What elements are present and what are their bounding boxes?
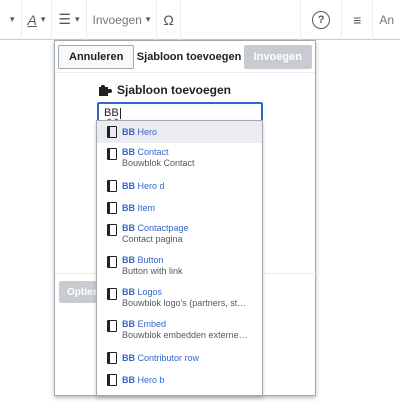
search-input-value: BB bbox=[104, 107, 119, 119]
book-icon bbox=[107, 180, 117, 192]
editor-toolbar: ▾ A ▾ ☰ ▾ Invoegen ▾ Ω ? ≡ An bbox=[0, 0, 400, 40]
suggestion-description: Bouwblok logo's (partners, stake… bbox=[122, 298, 250, 308]
suggestion-item[interactable]: BB Logos Bouwblok logo's (partners, stak… bbox=[97, 283, 262, 315]
insert-menu-label: Invoegen bbox=[92, 12, 142, 27]
chevron-down-icon: ▾ bbox=[74, 14, 80, 24]
book-icon bbox=[107, 352, 117, 364]
book-icon bbox=[107, 320, 117, 332]
text-style-menu[interactable]: ▾ bbox=[0, 0, 21, 40]
suggestion-item[interactable]: BB Item bbox=[97, 197, 262, 219]
help-icon: ? bbox=[312, 10, 331, 29]
help-button[interactable]: ? bbox=[301, 0, 341, 40]
suggestion-description: Contact pagina bbox=[122, 234, 183, 244]
book-icon bbox=[107, 256, 117, 268]
suggestion-item[interactable]: BB Contributor row bbox=[97, 347, 262, 369]
chevron-down-icon: ▾ bbox=[40, 14, 46, 24]
dialog-title: Sjabloon toevoegen bbox=[136, 50, 242, 63]
book-icon bbox=[107, 288, 117, 300]
suggestion-item[interactable]: BB Button Button with link bbox=[97, 251, 262, 283]
book-icon bbox=[107, 202, 117, 214]
special-character-button[interactable]: Ω bbox=[157, 0, 179, 40]
menu-icon: ≡ bbox=[353, 11, 362, 28]
suggestion-item[interactable]: BB Hero b bbox=[97, 369, 262, 391]
book-icon bbox=[107, 374, 117, 386]
dialog-header: Annuleren Sjabloon toevoegen Invoegen bbox=[55, 41, 315, 73]
section-title: Sjabloon toevoegen bbox=[99, 83, 231, 97]
suggestion-description: Button with link bbox=[122, 266, 183, 276]
bulleted-list-icon: ☰ bbox=[58, 11, 71, 27]
insert-menu[interactable]: Invoegen ▾ bbox=[87, 0, 157, 40]
text-caret bbox=[119, 107, 121, 119]
suggestion-item[interactable]: BB Contact Bouwblok Contact bbox=[97, 143, 262, 175]
chevron-down-icon: ▾ bbox=[145, 14, 151, 24]
list-menu[interactable]: ☰ ▾ bbox=[52, 0, 85, 40]
text-formatting-menu[interactable]: A ▾ bbox=[22, 0, 52, 40]
book-icon bbox=[107, 148, 117, 160]
suggestion-item[interactable]: BB Hero d bbox=[97, 175, 262, 197]
chevron-down-icon: ▾ bbox=[10, 14, 15, 24]
toolbar-divider bbox=[179, 0, 181, 40]
book-icon bbox=[107, 224, 117, 236]
section-title-text: Sjabloon toevoegen bbox=[117, 83, 232, 97]
puzzle-piece-icon bbox=[99, 84, 112, 96]
suggestion-item[interactable]: BB Embed Bouwblok embedden externe con… bbox=[97, 315, 262, 347]
page-options-button[interactable]: ≡ bbox=[342, 0, 372, 40]
book-icon bbox=[107, 126, 117, 138]
insert-button[interactable]: Invoegen bbox=[243, 44, 312, 69]
suggestion-item[interactable]: BB Contactpage Contact pagina bbox=[97, 219, 262, 251]
suggestion-item[interactable]: BB Hero bbox=[97, 121, 262, 143]
overflow-item[interactable]: An bbox=[373, 0, 400, 40]
font-style-icon: A bbox=[27, 11, 37, 28]
cancel-button[interactable]: Annuleren bbox=[58, 44, 135, 69]
suggestion-description: Bouwblok Contact bbox=[122, 158, 195, 168]
suggestion-description: Bouwblok embedden externe con… bbox=[122, 330, 250, 340]
omega-icon: Ω bbox=[163, 11, 174, 28]
template-suggestions-menu: BB Hero BB Contact Bouwblok Contact BB H… bbox=[96, 120, 263, 396]
overflow-label: An bbox=[379, 12, 394, 27]
